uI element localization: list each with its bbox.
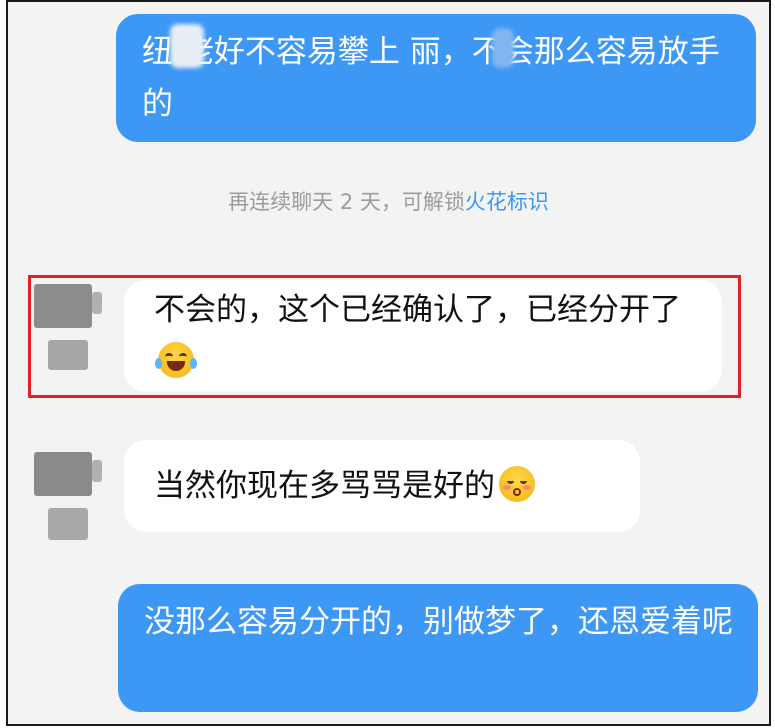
chat-screenshot: 纽 佬好不容易攀上 丽，不会那么容易放手的 再连续聊天 2 天，可解锁火花标识 … xyxy=(6,0,771,726)
message-text: 当然你现在多骂骂是好的 xyxy=(154,468,495,504)
spark-badge-label: 火花标识 xyxy=(464,190,549,214)
message-text: 纽 佬好不容易攀上 丽，不会那么容易放手的 xyxy=(142,34,720,122)
message-bubble-outgoing[interactable]: 没那么容易分开的，别做梦了，还恩爱着呢 xyxy=(118,584,758,712)
contact-avatar[interactable] xyxy=(30,452,102,552)
redaction-blur xyxy=(492,28,514,68)
blushing-kiss-emoji-icon xyxy=(499,466,535,502)
message-bubble-outgoing[interactable]: 纽 佬好不容易攀上 丽，不会那么容易放手的 xyxy=(116,14,756,142)
avatar-pixel-block xyxy=(48,508,88,540)
highlight-frame xyxy=(28,275,741,398)
streak-tip-text: 再连续聊天 2 天，可解锁 xyxy=(228,190,465,214)
message-bubble-incoming[interactable]: 当然你现在多骂骂是好的 xyxy=(124,440,640,532)
redaction-blur xyxy=(170,24,204,68)
avatar-pixel-block xyxy=(34,452,92,496)
streak-unlock-tip: 再连续聊天 2 天，可解锁火花标识 xyxy=(8,186,769,216)
avatar-pixel-block xyxy=(92,460,102,482)
message-text: 没那么容易分开的，别做梦了，还恩爱着呢 xyxy=(144,604,733,640)
